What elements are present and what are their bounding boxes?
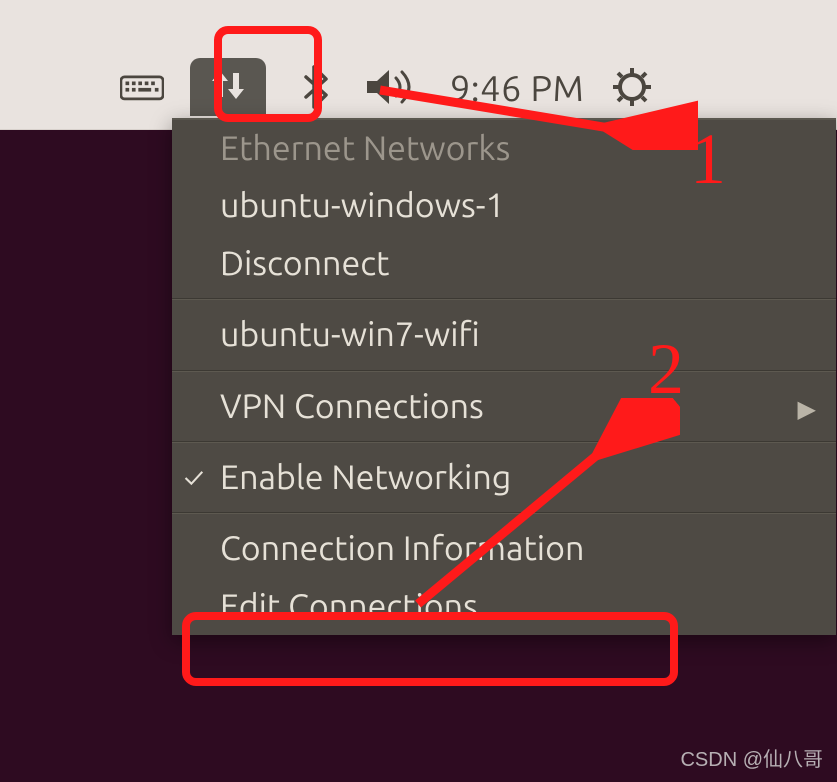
menu-separator — [172, 370, 836, 372]
menu-item-disconnect[interactable]: Disconnect — [172, 235, 836, 292]
menu-header-ethernet: Ethernet Networks — [172, 120, 836, 177]
menu-separator — [172, 441, 836, 443]
menu-item-edit-connections[interactable]: Edit Connections... — [172, 578, 836, 635]
keyboard-icon[interactable] — [120, 65, 164, 109]
menu-item-enable-networking[interactable]: ✓ Enable Networking — [172, 449, 836, 506]
menu-item-vpn[interactable]: VPN Connections ▶ — [172, 378, 836, 435]
menu-item-wired-connection[interactable]: ubuntu-windows-1 — [172, 177, 836, 234]
gear-power-icon[interactable] — [610, 65, 654, 109]
network-updown-icon — [206, 65, 250, 109]
bluetooth-icon[interactable] — [292, 65, 336, 109]
checkmark-icon: ✓ — [184, 463, 204, 494]
menu-item-wifi-connection[interactable]: ubuntu-win7-wifi — [172, 306, 836, 363]
network-menu: Ethernet Networks ubuntu-windows-1 Disco… — [172, 118, 836, 635]
network-indicator[interactable] — [190, 58, 266, 116]
menu-separator — [172, 512, 836, 514]
watermark-label: CSDN @仙八哥 — [680, 743, 823, 772]
chevron-right-icon: ▶ — [798, 396, 816, 422]
menu-separator — [172, 298, 836, 300]
menu-item-label: Enable Networking — [220, 458, 511, 496]
menu-item-connection-info[interactable]: Connection Information — [172, 520, 836, 577]
volume-icon[interactable] — [362, 65, 424, 109]
clock-label[interactable]: 9:46 PM — [450, 67, 584, 108]
